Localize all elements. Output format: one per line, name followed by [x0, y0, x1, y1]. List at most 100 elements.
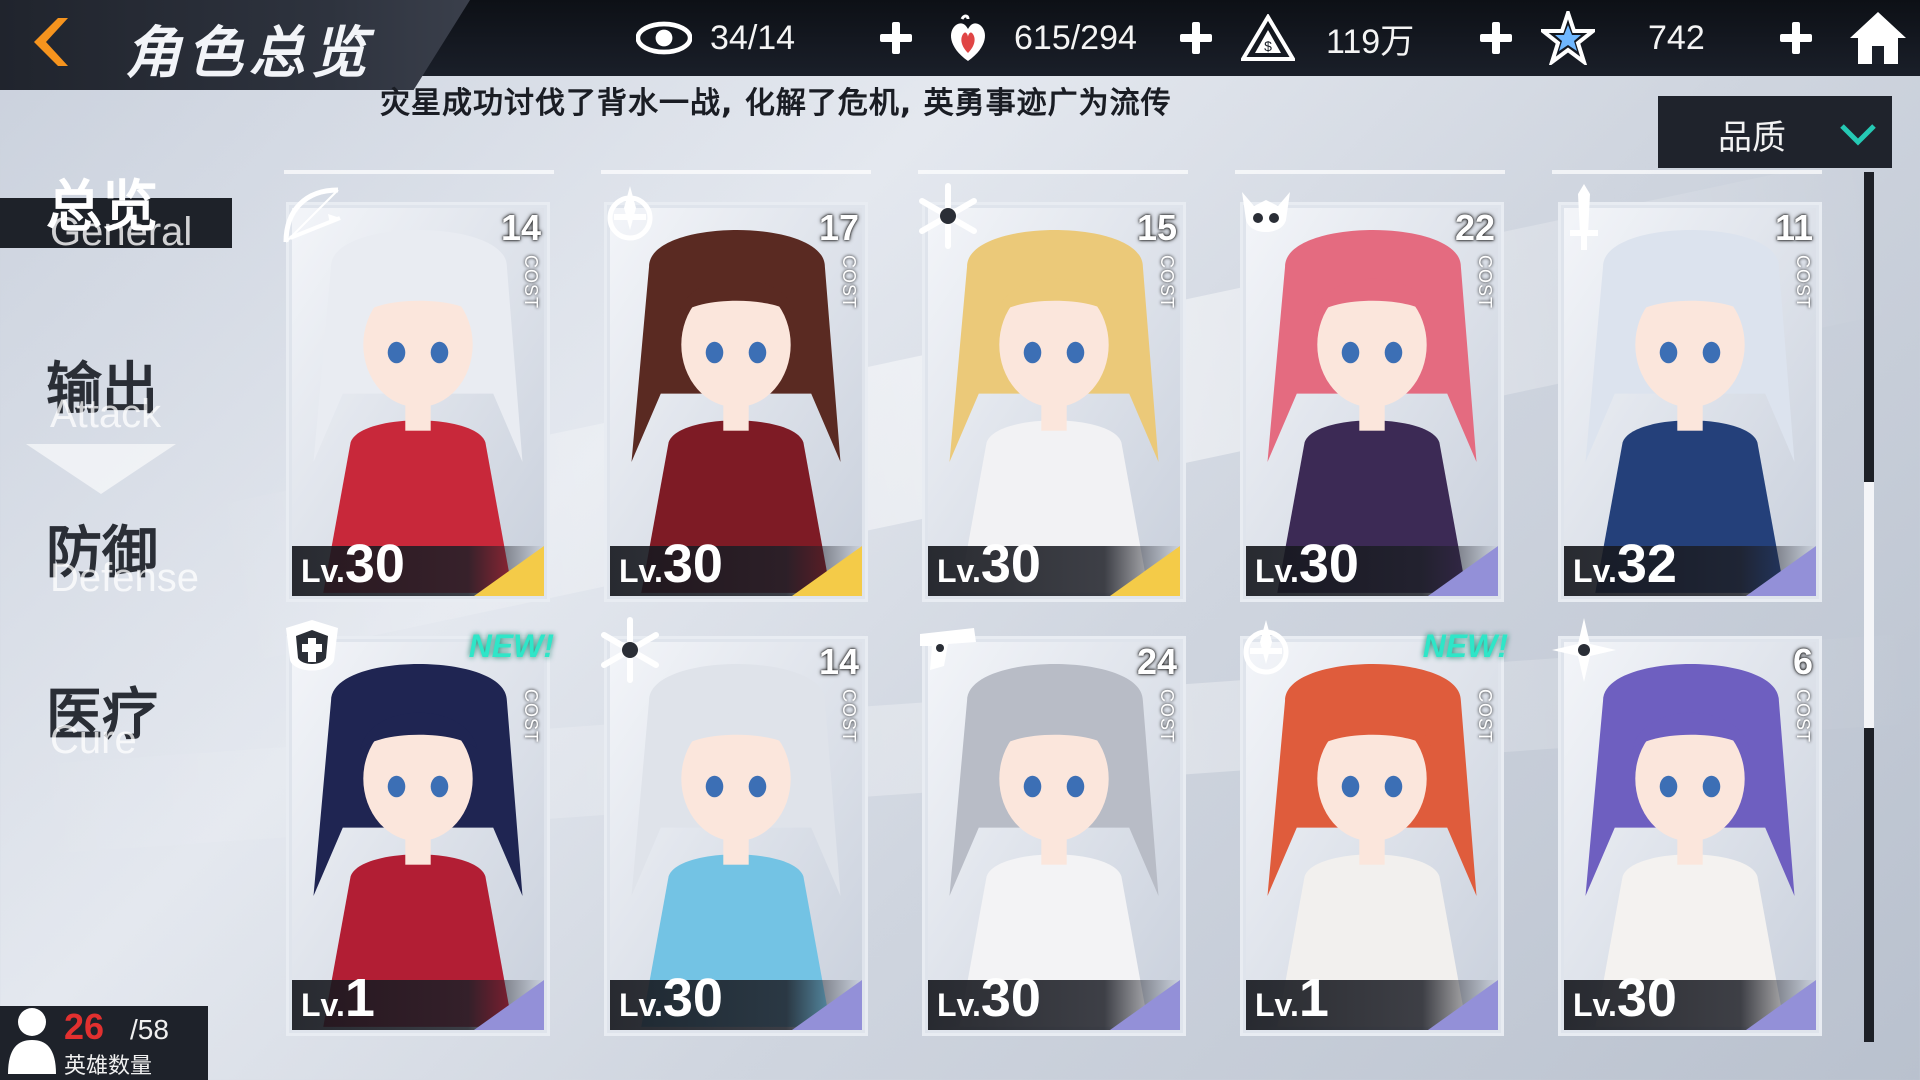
cost-label: COST [1793, 255, 1813, 310]
tab-label: 总览 [46, 175, 158, 240]
sort-dropdown[interactable]: 品质 [1658, 96, 1892, 168]
cost-value: 14 [500, 207, 541, 248]
card-level: Lv.30 [937, 533, 1041, 595]
tab-general[interactable]: 总览 General [0, 162, 260, 292]
cost-value: 24 [1136, 641, 1177, 682]
card-level: Lv.30 [937, 967, 1041, 1029]
card-frame: Lv.30 15 COST [922, 202, 1186, 602]
resource-stamina: 34/14 [636, 10, 795, 66]
cost-label: COST [839, 689, 859, 744]
resource-crystal: 742 [1540, 10, 1705, 66]
column-divider [1235, 170, 1505, 174]
add-crystal-button[interactable] [1774, 16, 1818, 60]
notice-ticker: 灾星成功讨伐了背水一战, 化解了危机, 英勇事迹广为流传 [380, 86, 1172, 121]
scrollbar-thumb[interactable] [1864, 482, 1874, 728]
back-arrow-icon [34, 18, 68, 66]
hero-count-max: /58 [130, 1014, 169, 1045]
hero-card[interactable]: Lv.32 11 COST [1558, 184, 1822, 602]
add-stamina-button[interactable] [874, 16, 918, 60]
guardian-emblem-icon [1243, 620, 1289, 675]
triangle-indicator-icon [26, 444, 176, 494]
svg-text:$: $ [1264, 38, 1272, 54]
cost-value: 22 [1454, 207, 1495, 248]
hero-card[interactable]: Lv.30 6 COST [1552, 618, 1822, 1036]
card-frame: Lv.30 14 COST [286, 202, 550, 602]
column-divider [918, 170, 1188, 174]
level-number: 1 [344, 968, 375, 1028]
level-number: 30 [980, 968, 1041, 1028]
resource-gold: $ 119万 [1240, 10, 1414, 66]
cost-value: 15 [1136, 207, 1177, 248]
card-frame: Lv.30 17 COST [604, 202, 868, 602]
level-prefix: Lv. [619, 553, 663, 589]
cost-label: COST [839, 255, 859, 310]
level-prefix: Lv. [619, 987, 663, 1023]
new-badge: NEW! [1422, 628, 1508, 664]
level-number: 30 [1616, 968, 1677, 1028]
cost-value: 14 [818, 641, 859, 682]
snowflake-icon [601, 617, 659, 683]
cost-value: 6 [1792, 641, 1813, 682]
new-badge: NEW! [468, 628, 554, 664]
hero-card[interactable]: Lv.1 COST NEW! [1240, 620, 1508, 1036]
add-hearts-button[interactable] [1174, 16, 1218, 60]
cost-label: COST [521, 255, 541, 310]
level-prefix: Lv. [1573, 987, 1617, 1023]
level-number: 30 [662, 968, 723, 1028]
card-level: Lv.1 [301, 967, 375, 1029]
shuriken-icon [1552, 618, 1616, 682]
sort-label: 品质 [1718, 118, 1786, 158]
card-level: Lv.32 [1573, 533, 1677, 595]
tab-defense[interactable]: 防御 Defense [0, 508, 260, 638]
triangle-coin-icon: $ [1240, 10, 1296, 66]
column-divider [284, 170, 554, 174]
card-level: Lv.30 [1255, 533, 1359, 595]
tab-attack[interactable]: 输出 Attack [0, 344, 260, 494]
home-icon [1850, 12, 1906, 64]
resource-value: 742 [1648, 18, 1705, 57]
snowflake-icon [919, 183, 977, 249]
cost-label: COST [1157, 255, 1177, 310]
card-frame: Lv.30 6 COST [1558, 636, 1822, 1036]
hero-card[interactable]: Lv.30 14 COST [283, 187, 550, 602]
resource-hearts: 615/294 [940, 10, 1137, 66]
level-prefix: Lv. [937, 987, 981, 1023]
heart-flame-icon [940, 10, 996, 66]
resource-value: 615/294 [1014, 18, 1137, 57]
card-frame: Lv.1 COST [1240, 636, 1504, 1036]
cost-value: 17 [818, 207, 859, 248]
hero-card[interactable]: Lv.30 24 COST [920, 628, 1186, 1036]
level-number: 30 [662, 534, 723, 594]
guardian-emblem-icon [607, 186, 653, 241]
card-level: Lv.30 [619, 533, 723, 595]
hero-card[interactable]: Lv.1 COST NEW! [286, 620, 554, 1036]
home-button[interactable] [1848, 8, 1908, 68]
add-gold-button[interactable] [1474, 16, 1518, 60]
demon-skull-icon [1242, 192, 1290, 232]
tab-sublabel: Attack [50, 392, 162, 436]
cost-label: COST [1475, 255, 1495, 310]
card-frame: Lv.30 14 COST [604, 636, 868, 1036]
eye-icon [636, 10, 692, 66]
shield-cross-icon [286, 620, 338, 671]
card-frame: Lv.30 22 COST [1240, 202, 1504, 602]
sword-icon [1570, 184, 1598, 250]
card-level: Lv.1 [1255, 967, 1329, 1029]
hero-card[interactable]: Lv.30 22 COST [1240, 192, 1504, 602]
cost-label: COST [521, 689, 541, 744]
level-prefix: Lv. [301, 987, 345, 1023]
hero-card[interactable]: Lv.30 17 COST [604, 186, 868, 602]
hero-card[interactable]: Lv.30 14 COST [601, 617, 868, 1036]
page-title: 角色总览 [125, 21, 373, 86]
card-frame: Lv.30 24 COST [922, 636, 1186, 1036]
back-button[interactable] [22, 12, 78, 72]
cost-value: 11 [1774, 207, 1813, 248]
cost-label: COST [1475, 689, 1495, 744]
tab-cure[interactable]: 医疗 Cure [0, 670, 260, 800]
hero-card[interactable]: Lv.30 15 COST [919, 183, 1186, 602]
bow-icon [283, 187, 341, 243]
resource-value: 34/14 [710, 18, 796, 57]
level-number: 30 [1298, 534, 1359, 594]
level-prefix: Lv. [937, 553, 981, 589]
gun-icon [920, 628, 976, 670]
